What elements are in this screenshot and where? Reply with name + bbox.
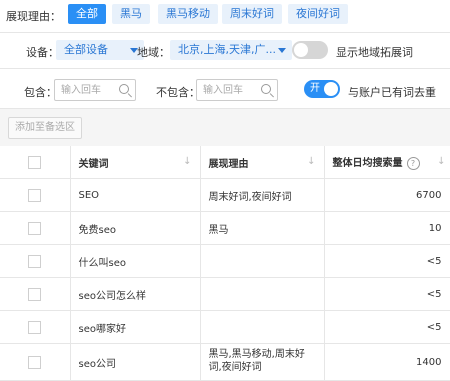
sort-icon[interactable]: ↓: [437, 156, 445, 167]
sort-icon[interactable]: ↓: [183, 156, 191, 167]
toggle-on-text: 开: [310, 83, 320, 94]
region-label: 地域：: [137, 46, 170, 59]
table-row: seo哪家好 <5: [0, 310, 450, 344]
sort-icon[interactable]: ↓: [307, 156, 315, 167]
row-checkbox[interactable]: [28, 355, 42, 369]
chip-night-words[interactable]: 夜间好词: [288, 4, 348, 24]
include-input-box: [54, 79, 136, 101]
reason-cell: [200, 244, 325, 278]
region-expand-toggle[interactable]: [292, 41, 328, 59]
row-checkbox-cell: [0, 178, 71, 212]
header-avg-search-label: 整体日均搜索量: [332, 158, 403, 170]
reason-filter-label: 展现理由：: [6, 10, 61, 23]
header-keyword-label: 关键词: [78, 158, 109, 170]
exclude-input[interactable]: [203, 82, 258, 98]
keyword-cell: seo哪家好: [70, 310, 201, 344]
volume-cell: 1400: [324, 343, 450, 381]
reason-cell: 周末好词,夜间好词: [200, 178, 325, 212]
table-toolbar: 添加至备选区: [0, 108, 450, 148]
device-select-value: 全部设备: [64, 43, 108, 56]
device-select[interactable]: 全部设备: [56, 40, 144, 60]
table-header-row: 关键词 ↓ 展现理由 ↓ 整体日均搜索量? ↓: [0, 146, 450, 179]
region-select[interactable]: 北京,上海,天津,广...: [170, 40, 292, 60]
table-row: seo公司怎么样 <5: [0, 277, 450, 311]
header-reason[interactable]: 展现理由 ↓: [200, 146, 325, 179]
reason-cell: [200, 310, 325, 344]
row-checkbox-cell: [0, 211, 71, 245]
volume-cell: <5: [324, 244, 450, 278]
row-checkbox[interactable]: [28, 254, 42, 268]
volume-cell: 6700: [324, 178, 450, 212]
select-all-checkbox[interactable]: [28, 155, 42, 169]
chip-dark-horse-mobile[interactable]: 黑马移动: [158, 4, 218, 24]
add-to-candidates-button[interactable]: 添加至备选区: [8, 117, 82, 139]
keyword-cell: seo公司: [70, 343, 201, 381]
dedupe-label: 与账户已有词去重: [348, 86, 436, 99]
reason-cell: [200, 277, 325, 311]
chevron-down-icon: [278, 48, 286, 53]
keyword-cell: SEO: [70, 178, 201, 212]
keyword-cell: seo公司怎么样: [70, 277, 201, 311]
keyword-table: 关键词 ↓ 展现理由 ↓ 整体日均搜索量? ↓ SEO 周末好词,夜间好词 6700 …: [0, 146, 450, 381]
reason-cell: 黑马,黑马移动,周末好词,夜间好词: [200, 343, 325, 381]
toggle-knob: [324, 82, 338, 96]
row-checkbox[interactable]: [28, 287, 42, 301]
exclude-label: 不包含：: [156, 86, 200, 99]
row-checkbox-cell: [0, 343, 71, 381]
select-all-cell: [0, 146, 71, 179]
include-input[interactable]: [61, 82, 116, 98]
chip-dark-horse[interactable]: 黑马: [112, 4, 150, 24]
table-row: 什么叫seo <5: [0, 244, 450, 278]
volume-cell: 10: [324, 211, 450, 245]
volume-cell: <5: [324, 277, 450, 311]
keyword-cell: 免费seo: [70, 211, 201, 245]
table-row: 免费seo 黑马 10: [0, 211, 450, 245]
dedupe-toggle[interactable]: 开: [304, 80, 340, 98]
row-checkbox[interactable]: [28, 188, 42, 202]
row-checkbox-cell: [0, 244, 71, 278]
row-checkbox[interactable]: [28, 221, 42, 235]
chip-weekend-words[interactable]: 周末好词: [222, 4, 282, 24]
search-icon[interactable]: [119, 84, 129, 94]
reason-cell: 黑马: [200, 211, 325, 245]
keyword-cell: 什么叫seo: [70, 244, 201, 278]
chip-all[interactable]: 全部: [68, 4, 106, 24]
header-keyword[interactable]: 关键词 ↓: [70, 146, 201, 179]
toggle-knob: [294, 43, 308, 57]
row-checkbox-cell: [0, 277, 71, 311]
row-checkbox[interactable]: [28, 320, 42, 334]
header-avg-search[interactable]: 整体日均搜索量? ↓: [324, 146, 450, 179]
row-checkbox-cell: [0, 310, 71, 344]
volume-cell: <5: [324, 310, 450, 344]
include-label: 包含：: [24, 86, 57, 99]
exclude-input-box: [196, 79, 278, 101]
device-label: 设备：: [26, 46, 59, 59]
help-icon[interactable]: ?: [406, 156, 420, 170]
search-icon[interactable]: [261, 84, 271, 94]
table-row: SEO 周末好词,夜间好词 6700: [0, 178, 450, 212]
region-select-value: 北京,上海,天津,广...: [178, 43, 276, 56]
region-expand-label: 显示地域拓展词: [336, 46, 413, 59]
table-row: seo公司 黑马,黑马移动,周末好词,夜间好词 1400: [0, 343, 450, 381]
header-reason-label: 展现理由: [208, 158, 249, 170]
